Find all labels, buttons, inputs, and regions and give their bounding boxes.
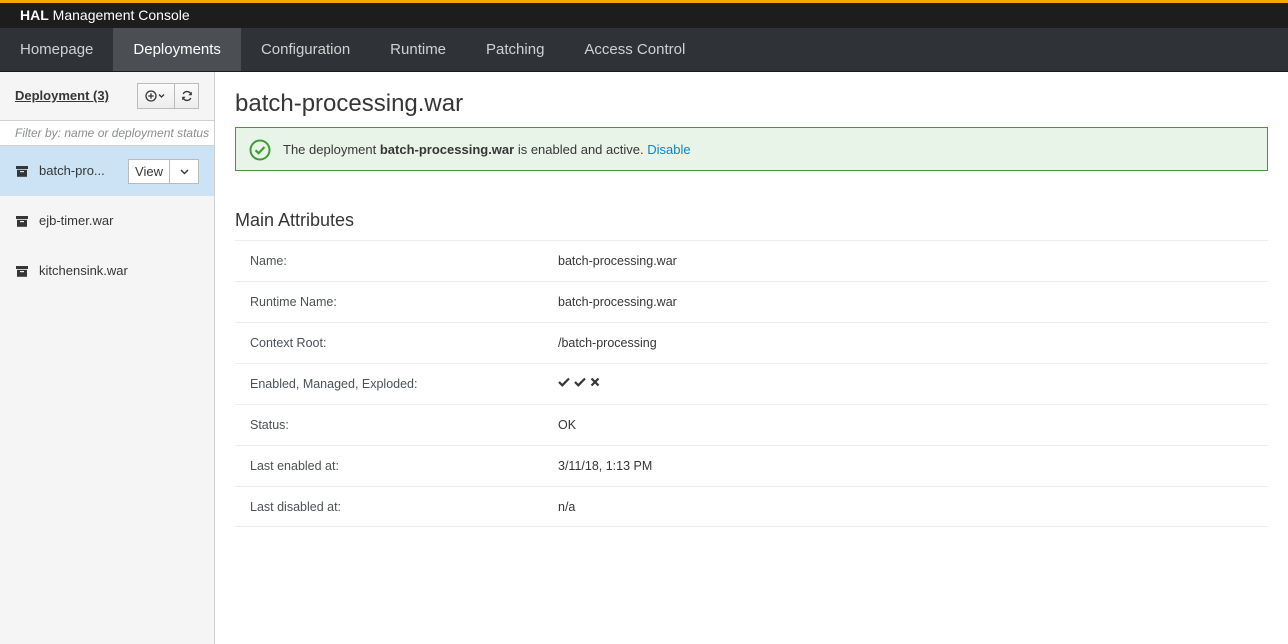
attribute-key: Last disabled at: <box>250 500 342 514</box>
attribute-row: Last enabled at: 3/11/18, 1:13 PM <box>235 445 1268 486</box>
attribute-value: n/a <box>558 500 576 514</box>
alert-deployment-name: batch-processing.war <box>379 142 515 157</box>
nav-deployments[interactable]: Deployments <box>113 28 241 71</box>
page-title: batch-processing.war <box>235 90 464 117</box>
attribute-row: Last disabled at: n/a <box>235 486 1268 527</box>
add-circle-icon <box>145 90 165 102</box>
deployment-item-ejb-timer[interactable]: ejb-timer.war <box>0 196 214 246</box>
attribute-value: 3/11/18, 1:13 PM <box>558 459 653 473</box>
section-title: Main Attributes <box>235 210 355 230</box>
context-root-link[interactable]: /batch-processing <box>558 336 657 350</box>
attribute-row: Enabled, Managed, Exploded: <box>235 363 1268 404</box>
attribute-key: Status: <box>250 418 289 432</box>
main-nav: Homepage Deployments Configuration Runti… <box>0 28 1288 72</box>
archive-box-icon <box>16 166 28 177</box>
deployment-filter-input[interactable]: Filter by: name or deployment status <box>0 120 214 146</box>
nav-patching[interactable]: Patching <box>466 28 564 71</box>
exploded-x-icon <box>590 377 600 387</box>
success-check-icon <box>249 139 271 161</box>
alert-message: The deployment batch-processing.war is e… <box>283 142 691 157</box>
chevron-down-icon <box>180 169 188 174</box>
attribute-row: Name: batch-processing.war <box>235 240 1268 281</box>
deployment-column-title[interactable]: Deployment (3) <box>15 88 109 103</box>
attribute-key: Runtime Name: <box>250 295 337 309</box>
masthead: HAL Management Console <box>0 0 1288 28</box>
view-button-group: View <box>128 159 199 184</box>
refresh-button[interactable] <box>175 83 199 109</box>
nav-configuration[interactable]: Configuration <box>241 28 370 71</box>
archive-box-icon <box>16 266 28 277</box>
attribute-key: Enabled, Managed, Exploded: <box>250 377 418 391</box>
alert-prefix: The deployment <box>283 142 380 157</box>
nav-runtime[interactable]: Runtime <box>370 28 466 71</box>
deployment-item-batch-processing[interactable]: batch-pro... View <box>0 146 214 196</box>
brand-bold: HAL <box>20 7 49 23</box>
attribute-value: OK <box>558 418 577 432</box>
attribute-value: batch-processing.war <box>558 254 677 268</box>
alert-suffix: is enabled and active. <box>514 142 648 157</box>
disable-link[interactable]: Disable <box>647 142 690 157</box>
attribute-value: batch-processing.war <box>558 295 677 309</box>
attribute-row: Runtime Name: batch-processing.war <box>235 281 1268 322</box>
attribute-row: Context Root: /batch-processing <box>235 322 1268 363</box>
nav-homepage[interactable]: Homepage <box>0 28 113 71</box>
attribute-key: Name: <box>250 254 287 268</box>
brand-title[interactable]: HAL Management Console <box>20 7 190 23</box>
deployment-item-label: kitchensink.war <box>39 263 128 278</box>
deployment-item-kitchensink[interactable]: kitchensink.war <box>0 246 214 296</box>
deployment-sidebar: Deployment (3) Filter by: name or deploy… <box>0 72 215 644</box>
attributes-table: Name: batch-processing.war Runtime Name:… <box>235 240 1268 527</box>
sidebar-toolbar <box>137 83 199 109</box>
attribute-key: Context Root: <box>250 336 327 350</box>
status-flags <box>558 377 600 387</box>
attribute-row: Status: OK <box>235 404 1268 445</box>
deployment-item-label: ejb-timer.war <box>39 213 114 228</box>
enabled-check-icon <box>558 377 570 387</box>
success-alert: The deployment batch-processing.war is e… <box>235 127 1268 171</box>
sidebar-header: Deployment (3) <box>0 72 214 120</box>
accent-bar <box>0 0 1288 3</box>
add-deployment-button[interactable] <box>137 83 175 109</box>
refresh-icon <box>181 90 192 102</box>
nav-access-control[interactable]: Access Control <box>564 28 705 71</box>
attribute-key: Last enabled at: <box>250 459 339 473</box>
view-button[interactable]: View <box>128 159 170 184</box>
deployment-item-label: batch-pro... <box>39 163 105 178</box>
archive-box-icon <box>16 216 28 227</box>
brand-rest: Management Console <box>52 7 190 23</box>
managed-check-icon <box>574 377 586 387</box>
view-dropdown-toggle[interactable] <box>170 159 199 184</box>
